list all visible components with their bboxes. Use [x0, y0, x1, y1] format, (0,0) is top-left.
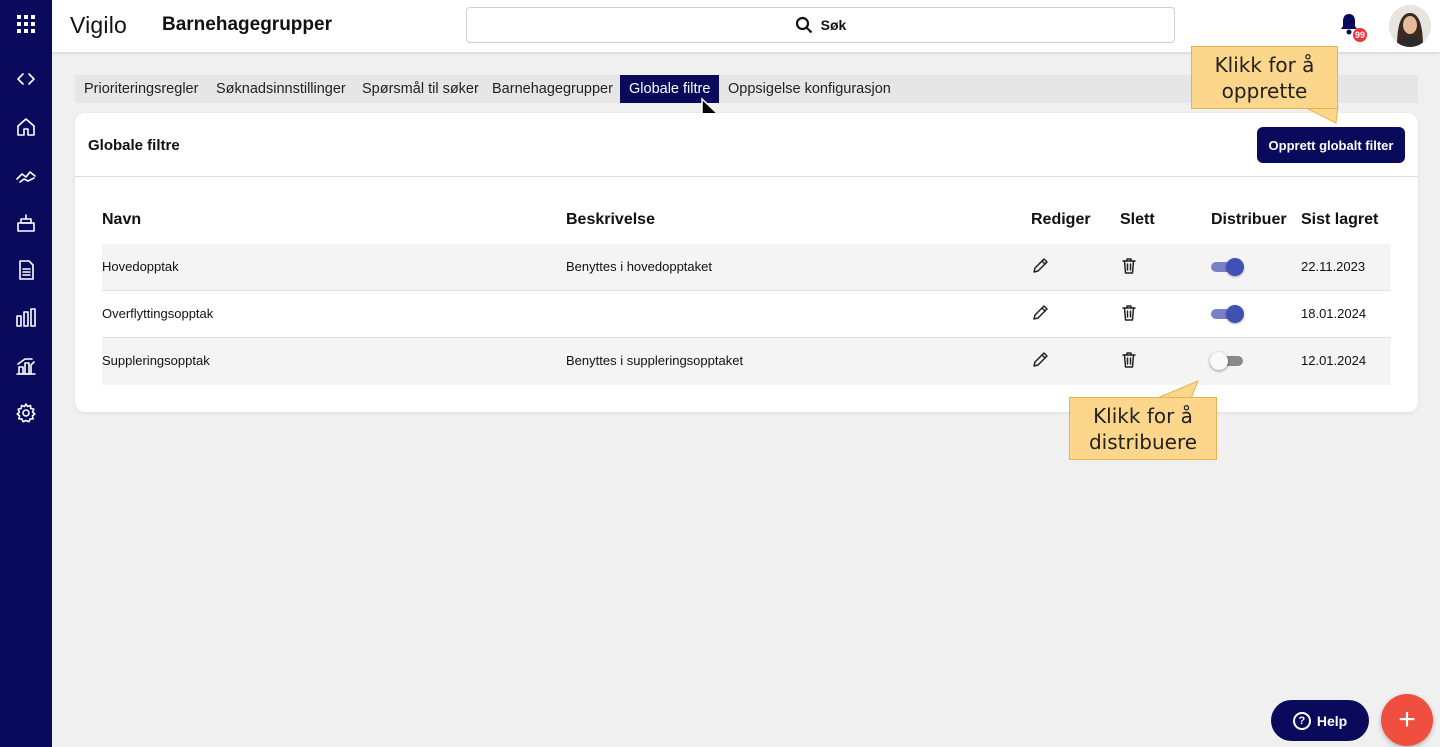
column-header-description: Beskrivelse [566, 211, 655, 228]
callout-create: Klikk for å opprette [1191, 46, 1338, 109]
callout-distribute: Klikk for å distribuere [1069, 397, 1217, 460]
row-name: Overflyttingsopptak [102, 306, 214, 321]
app-logo[interactable]: Vigilo [70, 12, 127, 39]
add-fab-button[interactable]: + [1381, 694, 1433, 746]
column-header-saved: Sist lagret [1301, 211, 1379, 228]
document-icon[interactable] [0, 250, 52, 290]
search-bar[interactable]: Søk [466, 7, 1175, 43]
column-header-name: Navn [102, 211, 142, 228]
trash-icon[interactable] [1120, 351, 1140, 371]
card-title: Globale filtre [88, 137, 180, 154]
home-icon[interactable] [0, 107, 52, 147]
column-header-distribute: Distribuer [1211, 211, 1287, 228]
apps-grid-icon[interactable] [0, 4, 52, 44]
row-saved-date: 22.11.2023 [1301, 259, 1366, 274]
page-title: Barnehagegrupper [162, 14, 332, 35]
pencil-icon[interactable] [1031, 304, 1051, 324]
hands-icon[interactable] [0, 155, 52, 195]
tab-prioriteringsregler[interactable]: Prioriteringsregler [75, 75, 207, 103]
tab-soknadsinnstillinger[interactable]: Søknadsinnstillinger [207, 75, 355, 103]
trash-icon[interactable] [1120, 304, 1140, 324]
code-icon[interactable] [0, 59, 52, 99]
divider [75, 176, 1418, 177]
top-header: Vigilo Barnehagegrupper Søk 99 [52, 0, 1440, 52]
column-header-delete: Slett [1120, 211, 1155, 228]
callout-distribute-line2: distribuere [1088, 429, 1198, 454]
tab-barnehagegrupper[interactable]: Barnehagegrupper [483, 75, 622, 103]
row-name: Hovedopptak [102, 259, 179, 274]
pencil-icon[interactable] [1031, 351, 1051, 371]
distribute-toggle[interactable] [1211, 258, 1244, 276]
gear-icon[interactable] [0, 393, 52, 433]
distribute-toggle[interactable] [1211, 305, 1244, 323]
search-icon [795, 16, 812, 34]
question-icon: ? [1292, 711, 1311, 730]
search-label: Søk [820, 17, 847, 33]
column-header-edit: Rediger [1031, 211, 1091, 228]
table-row: Suppleringsopptak Benyttes i supplerings… [102, 338, 1391, 385]
tab-sporsmal-til-soker[interactable]: Spørsmål til søker [353, 75, 488, 103]
help-label: Help [1316, 712, 1348, 729]
row-description: Benyttes i suppleringsopptaket [566, 353, 744, 368]
row-name: Suppleringsopptak [102, 353, 210, 368]
buildings-chart-icon[interactable] [0, 346, 52, 386]
table-row: Overflyttingsopptak 18.01.2024 [102, 291, 1391, 338]
tab-oppsigelse-konfigurasjon[interactable]: Oppsigelse konfigurasjon [719, 75, 900, 103]
create-global-filter-button[interactable]: Opprett globalt filter [1257, 127, 1405, 163]
avatar[interactable] [1389, 5, 1431, 47]
bar-chart-icon[interactable] [0, 298, 52, 338]
row-saved-date: 18.01.2024 [1301, 306, 1367, 321]
row-saved-date: 12.01.2024 [1301, 353, 1367, 368]
distribute-toggle[interactable] [1210, 352, 1243, 370]
help-button[interactable]: ? Help [1271, 700, 1369, 741]
callout-create-line1: Klikk for å [1214, 52, 1315, 77]
table-row: Hovedopptak Benyttes i hovedopptaket 22.… [102, 244, 1391, 291]
callout-distribute-line1: Klikk for å [1093, 403, 1193, 428]
notification-badge: 99 [1353, 28, 1368, 42]
sidebar [0, 0, 52, 747]
cake-icon[interactable] [0, 203, 52, 243]
trash-icon[interactable] [1120, 257, 1140, 277]
pencil-icon[interactable] [1031, 257, 1051, 277]
callout-create-line2: opprette [1221, 78, 1308, 103]
global-filters-card: Globale filtre Opprett globalt filter Na… [75, 113, 1418, 412]
row-description: Benyttes i hovedopptaket [566, 259, 712, 274]
